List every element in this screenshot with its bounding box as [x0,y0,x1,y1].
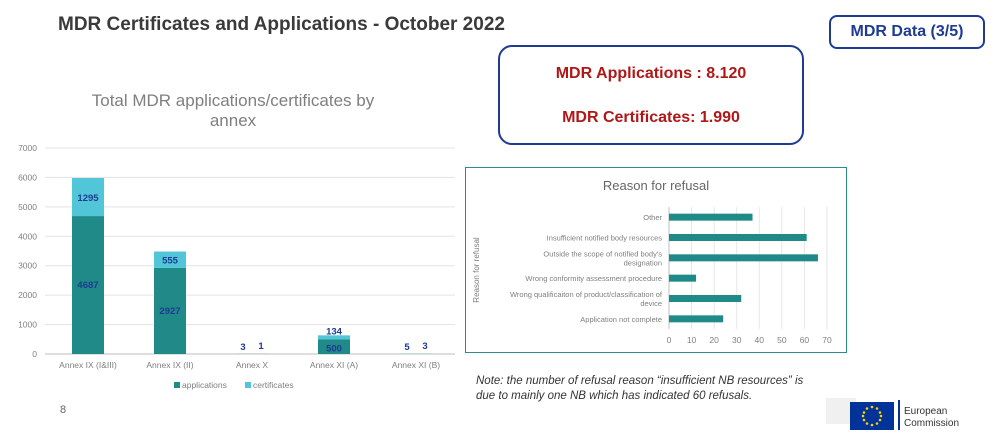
x-tick-label: 10 [687,335,697,345]
y-tick-label: Outside the scope of notified body's [543,249,662,258]
data-label-certificates: 555 [162,256,179,267]
refusal-bar-chart: Reason for refusal Reason for refusal 0 10 2… [465,167,847,353]
european-commission-logo: European Commission [826,398,959,430]
bar-refusal-reason [669,213,753,221]
x-tick-label: 20 [709,335,719,345]
x-tick-label: Annex XI (A) [310,360,358,370]
x-tick-label: 60 [800,335,810,345]
y-tick-label: 3000 [18,261,37,271]
data-label-applications: 3 [240,342,245,353]
summary-box: MDR Applications : 8.120 MDR Certificate… [498,45,804,145]
x-tick-label: 30 [732,335,742,345]
x-tick-label: 70 [822,335,832,345]
chart-title: Reason for refusal [603,178,709,193]
y-tick-label: 2000 [18,290,37,300]
x-tick-label: Annex IX (I&III) [59,360,117,370]
footnote: Note: the number of refusal reason “insu… [476,375,804,402]
data-label-applications: 5 [404,342,410,353]
y-tick-label: Wrong conformity assessment procedure [525,274,662,283]
bar-refusal-reason [669,254,818,262]
bar-refusal-reason [669,295,742,302]
bar-refusal-reason [669,315,724,323]
data-label-certificates: 1 [258,341,264,352]
legend-label-certificates: certificates [253,380,294,390]
legend-label-applications: applications [182,380,227,390]
y-tick-label: 5000 [18,202,37,212]
x-tick-label: Annex XI (B) [392,360,440,370]
y-tick-label: 4000 [18,231,37,241]
data-label-applications: 500 [326,343,342,354]
logo-divider [898,400,900,430]
data-label-applications: 2927 [159,306,180,317]
legend-swatch-applications [174,382,180,388]
y-tick-label: 0 [32,349,37,359]
data-label-certificates: 134 [326,326,343,337]
x-tick-label: 40 [755,335,765,345]
y-tick-label: Wrong qualificaiton of product/classific… [510,290,663,299]
chart-title-line: annex [210,111,257,130]
annex-bar-chart: Total MDR applications/certificates byan… [18,91,455,390]
data-label-certificates: 3 [422,341,427,352]
y-tick-label: Other [643,213,662,222]
logo-text-line2: Commission [904,418,959,429]
y-tick-label: designation [624,258,662,267]
certificates-total: MDR Certificates: 1.990 [562,109,740,126]
y-tick-label: Insufficient notified body resources [547,234,663,243]
page-number: 8 [60,404,67,416]
bar-refusal-reason [669,274,697,282]
bar-refusal-reason [669,234,807,241]
legend-swatch-certificates [245,382,251,388]
y-axis-title: Reason for refusal [472,237,481,303]
y-tick-label: 7000 [18,143,37,153]
chart-title-line: Total MDR applications/certificates by [92,91,375,110]
y-tick-label: Application not complete [580,315,662,324]
data-label-certificates: 1295 [77,193,99,204]
applications-total: MDR Applications : 8.120 [555,65,747,82]
page-title: MDR Certificates and Applications - Octo… [58,14,505,35]
y-tick-label: 1000 [18,320,37,330]
y-tick-label: device [640,299,662,308]
y-tick-label: 6000 [18,172,37,182]
section-badge: MDR Data (3/5) [829,15,985,49]
logo-text-line1: European [904,406,947,417]
x-tick-label: Annex IX (II) [146,360,193,370]
x-tick-label: Annex X [236,360,268,370]
x-tick-label: 50 [777,335,787,345]
data-label-applications: 4687 [77,280,98,291]
x-tick-label: 0 [667,335,672,345]
